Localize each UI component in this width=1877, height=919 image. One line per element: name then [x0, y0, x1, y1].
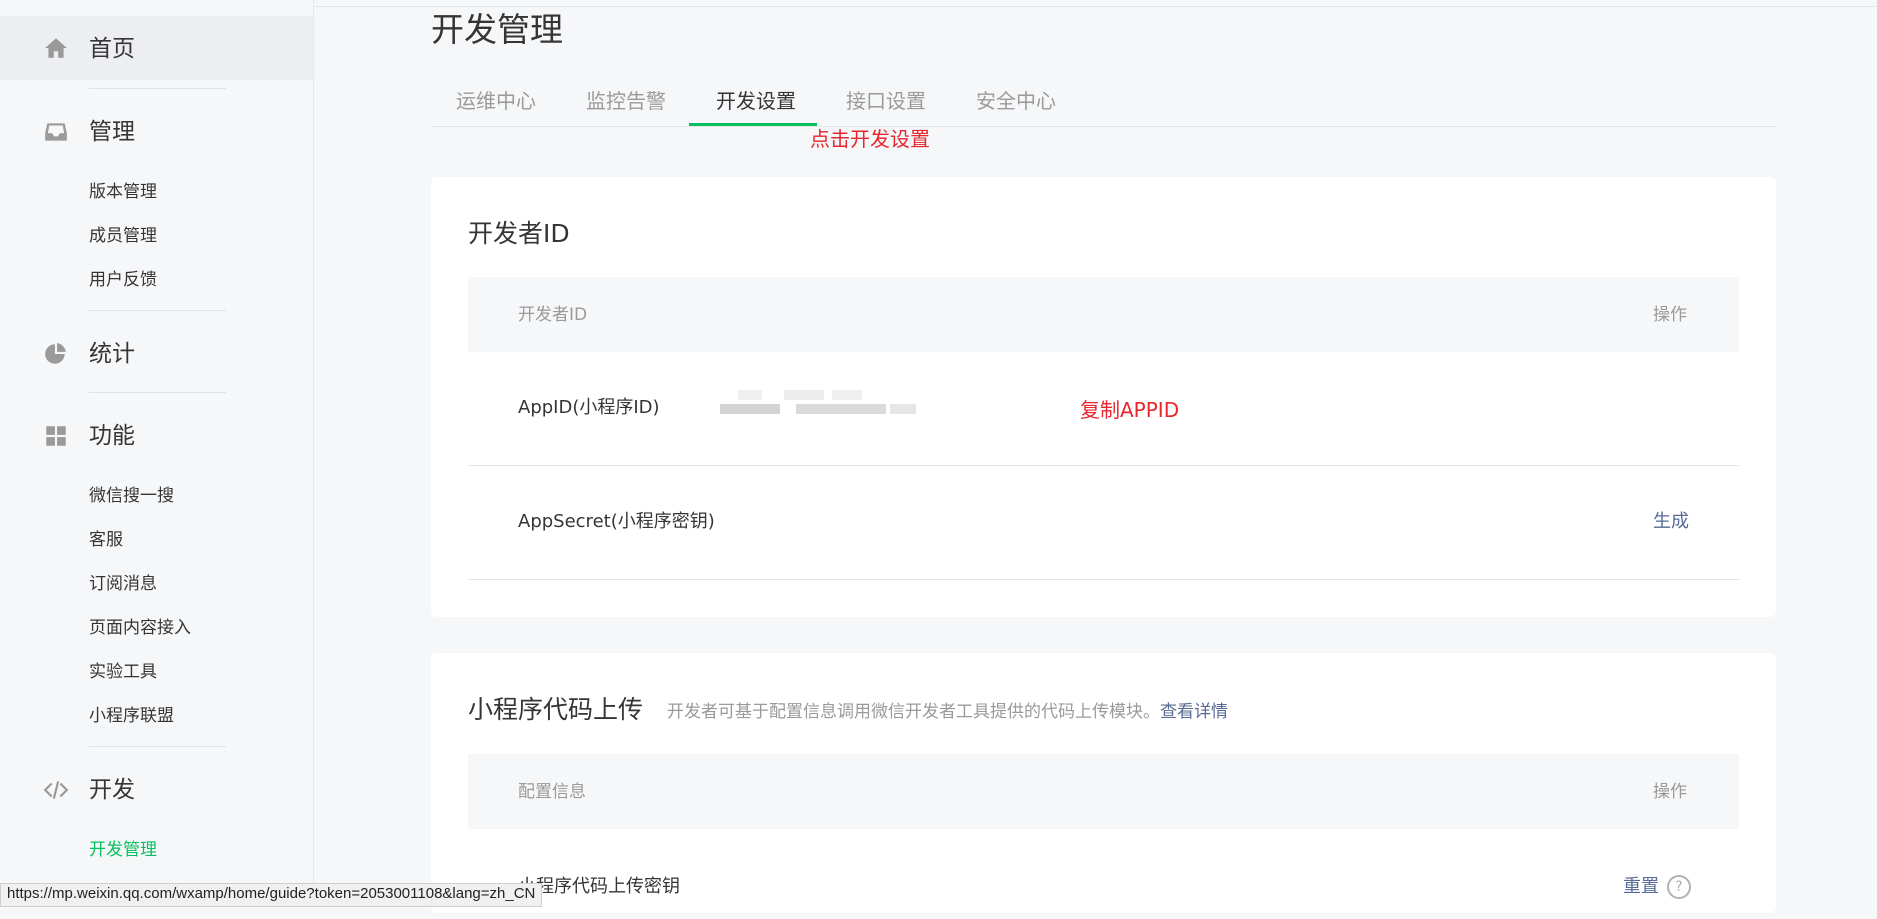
card-title: 小程序代码上传: [468, 695, 644, 724]
sidebar: 首页 管理 版本管理 成员管理 用户反馈 统计 功能 微信搜一搜 客服 订阅消息…: [0, 0, 314, 903]
divider: [89, 392, 226, 393]
tab-dev-settings[interactable]: 开发设置: [716, 88, 796, 114]
table-header: 开发者ID 操作: [468, 277, 1739, 352]
view-details-link[interactable]: 查看详情: [1160, 702, 1228, 722]
sidebar-item-version[interactable]: 版本管理: [89, 181, 157, 203]
sidebar-item-alliance[interactable]: 小程序联盟: [89, 705, 174, 727]
appid-label: AppID(小程序ID): [518, 397, 660, 418]
appid-value-redacted: [720, 390, 916, 422]
sidebar-item-dev-manage[interactable]: 开发管理: [89, 839, 157, 861]
sidebar-item-subscribe-message[interactable]: 订阅消息: [89, 573, 157, 595]
grid-icon: [46, 426, 66, 446]
sidebar-item-label: 管理: [89, 119, 135, 145]
sidebar-item-label: 首页: [89, 36, 135, 62]
reset-key-button[interactable]: 重置: [1623, 875, 1659, 899]
divider: [89, 746, 226, 747]
sidebar-item-members[interactable]: 成员管理: [89, 225, 157, 247]
column-header: 操作: [1653, 305, 1687, 325]
active-tab-indicator: [689, 123, 817, 126]
appsecret-label: AppSecret(小程序密钥): [518, 511, 715, 532]
sidebar-item-feedback[interactable]: 用户反馈: [89, 269, 157, 291]
column-header: 配置信息: [518, 782, 586, 802]
tab-ops-center[interactable]: 运维中心: [456, 88, 536, 114]
appid-annotation: 复制APPID: [1080, 398, 1180, 422]
sidebar-item-label: 开发: [89, 777, 135, 803]
pie-chart-icon: [45, 343, 66, 364]
card-title: 开发者ID: [468, 219, 570, 248]
description-text: 开发者可基于配置信息调用微信开发者工具提供的代码上传模块。: [667, 702, 1160, 722]
table-row: 小程序代码上传密钥 重置 ?: [468, 829, 1739, 919]
sidebar-item-home[interactable]: 首页: [0, 16, 313, 80]
divider: [89, 310, 226, 311]
code-icon: [43, 781, 69, 799]
table-row: AppSecret(小程序密钥) 生成: [468, 466, 1739, 580]
sidebar-item-customer-service[interactable]: 客服: [89, 529, 123, 551]
inbox-icon: [45, 123, 67, 141]
tab-monitor-alert[interactable]: 监控告警: [586, 88, 666, 114]
page-title: 开发管理: [431, 10, 563, 49]
home-icon: [45, 38, 67, 58]
sidebar-item-lab-tools[interactable]: 实验工具: [89, 661, 157, 683]
column-header: 操作: [1653, 782, 1687, 802]
sidebar-item-wechat-search[interactable]: 微信搜一搜: [89, 485, 174, 507]
tab-security-center[interactable]: 安全中心: [976, 88, 1056, 114]
browser-status-url: https://mp.weixin.qq.com/wxamp/home/guid…: [0, 883, 543, 907]
sidebar-item-page-content[interactable]: 页面内容接入: [89, 617, 191, 639]
sidebar-item-label: 统计: [89, 341, 135, 367]
table-header: 配置信息 操作: [468, 754, 1739, 829]
card-description: 开发者可基于配置信息调用微信开发者工具提供的代码上传模块。查看详情: [667, 701, 1228, 723]
sidebar-item-label: 功能: [89, 423, 135, 449]
help-icon[interactable]: ?: [1667, 875, 1691, 899]
tab-annotation: 点击开发设置: [810, 127, 930, 151]
main-content: 开发管理 运维中心 监控告警 开发设置 接口设置 安全中心 点击开发设置 开发者…: [313, 0, 1877, 913]
tab-bar: 运维中心 监控告警 开发设置 接口设置 安全中心: [431, 78, 1776, 127]
code-upload-card: 小程序代码上传 开发者可基于配置信息调用微信开发者工具提供的代码上传模块。查看详…: [431, 653, 1776, 913]
tab-api-settings[interactable]: 接口设置: [846, 88, 926, 114]
column-header: 开发者ID: [518, 305, 588, 325]
divider: [89, 88, 226, 89]
generate-secret-button[interactable]: 生成: [1653, 510, 1689, 534]
